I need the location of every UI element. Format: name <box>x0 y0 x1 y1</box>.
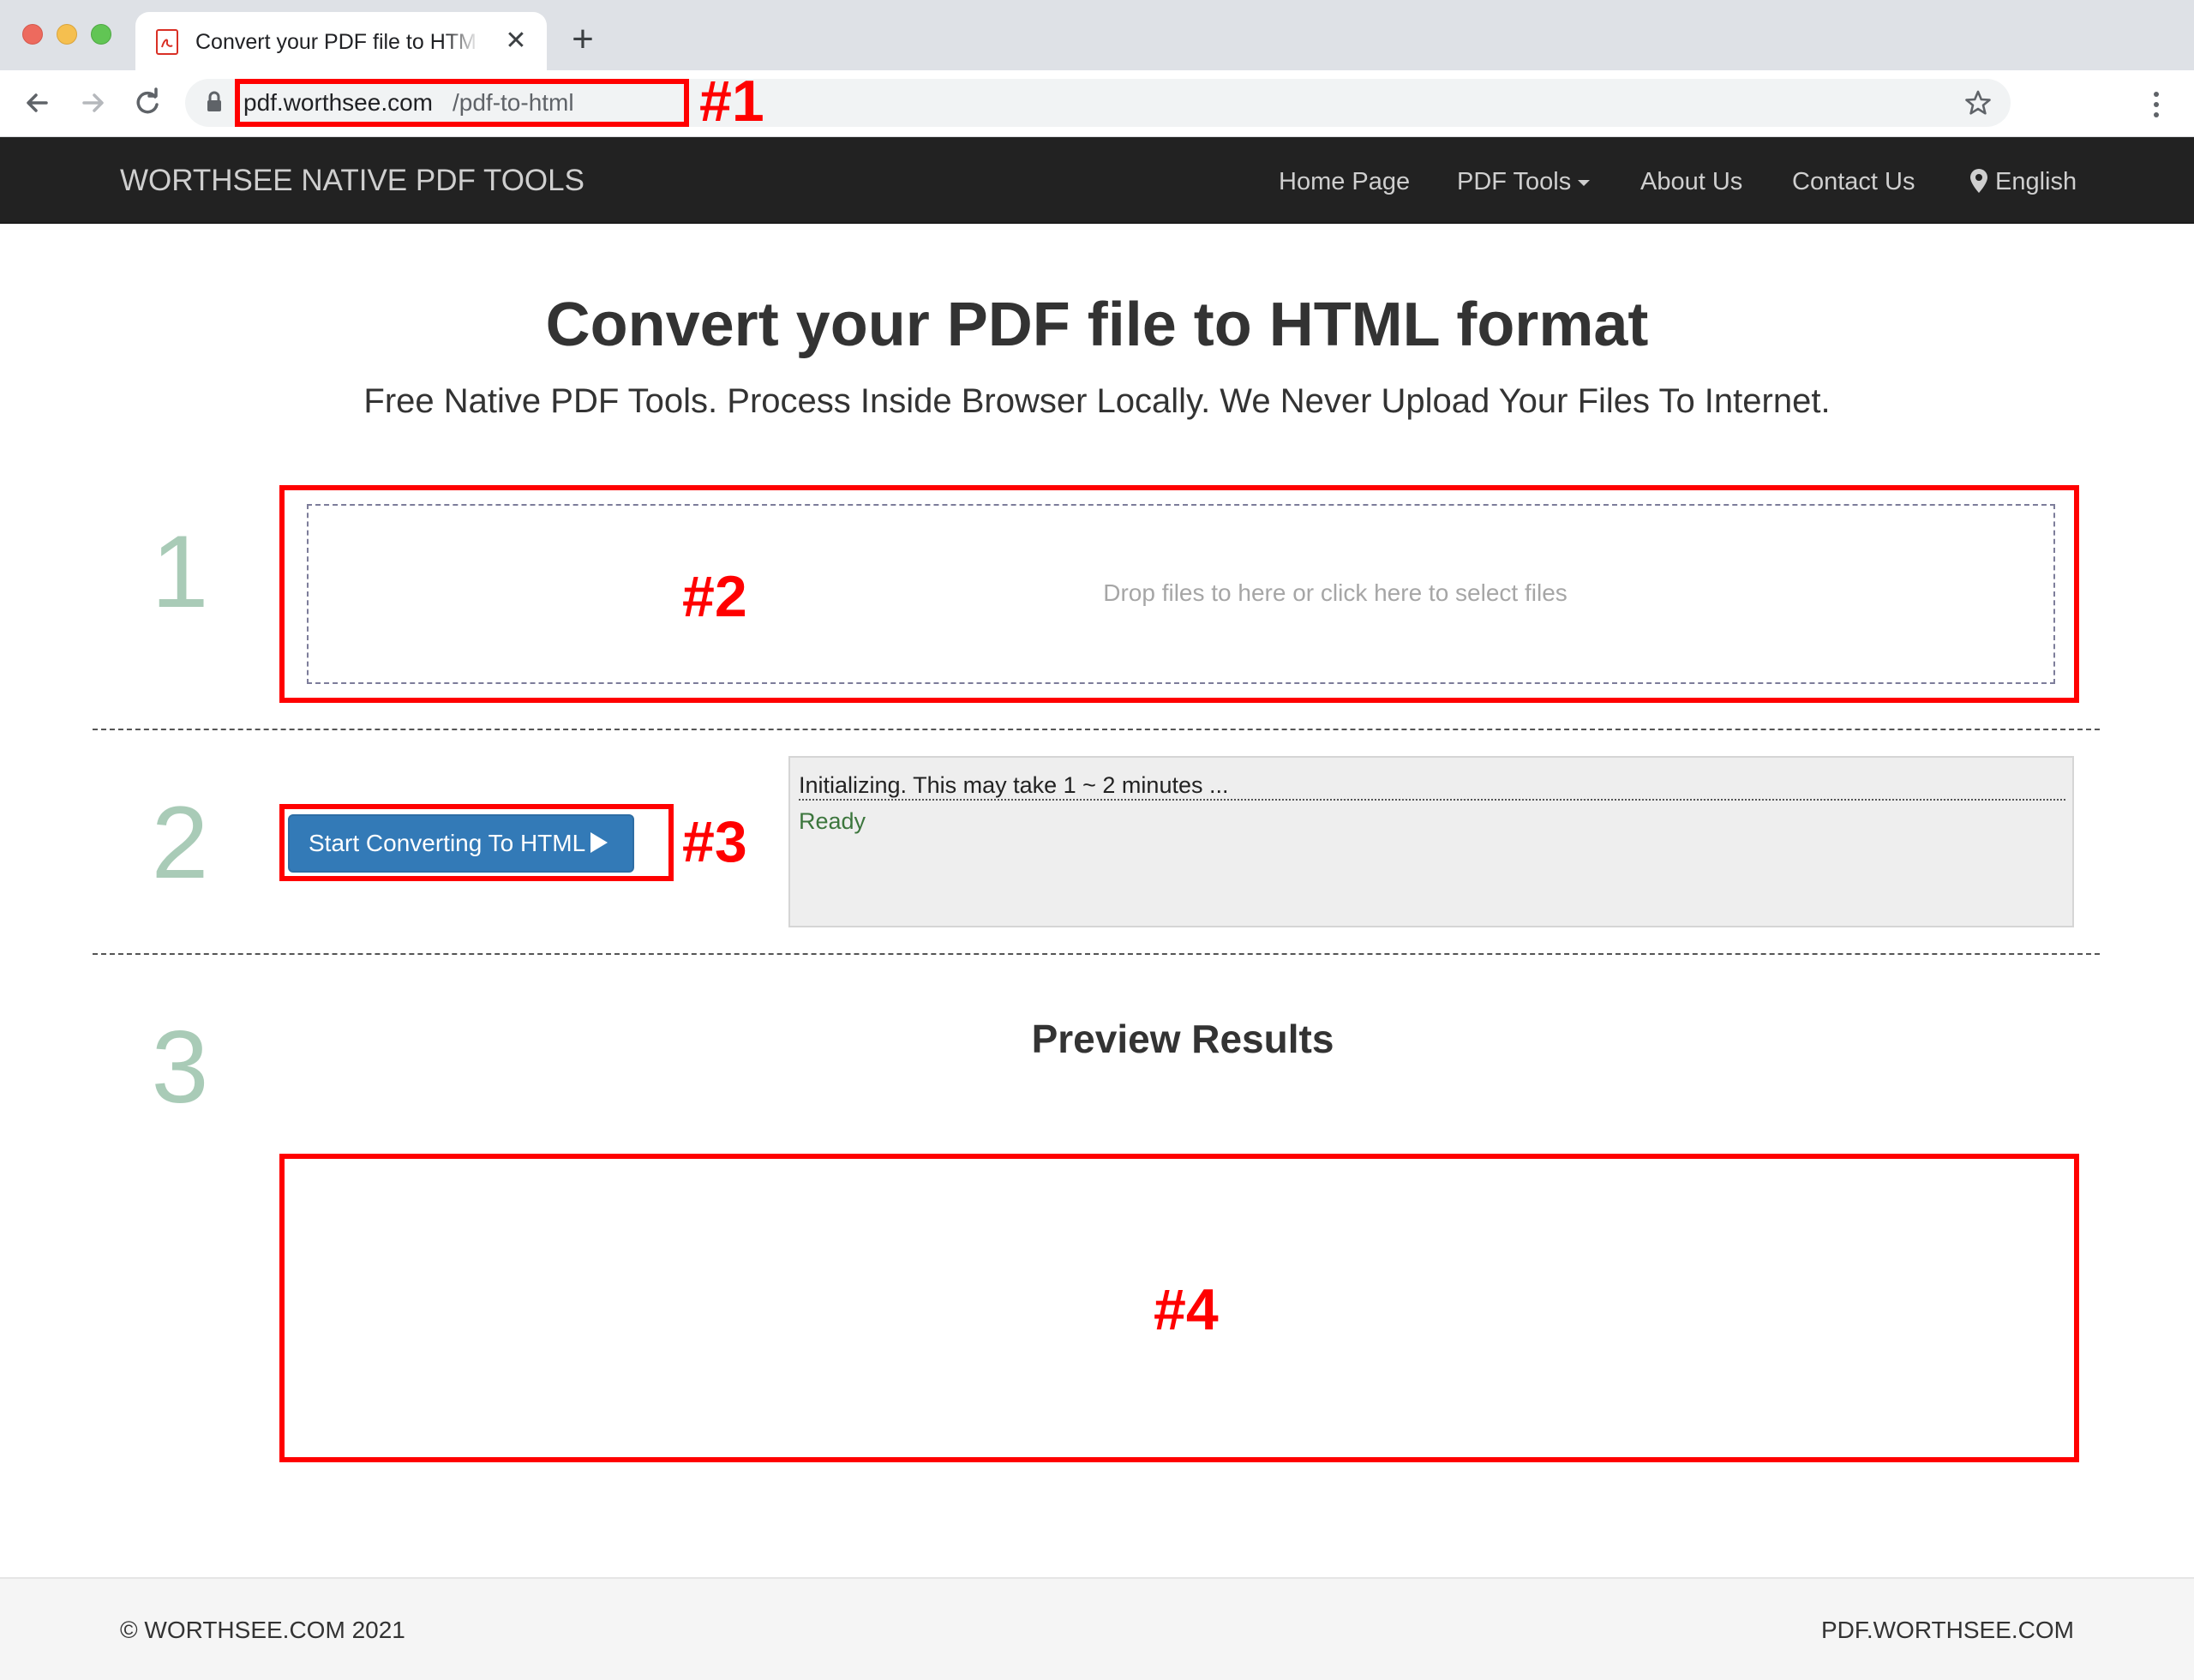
maximize-window-button[interactable] <box>91 24 111 45</box>
nav-home-link[interactable]: Home Page <box>1279 165 1410 199</box>
step-divider <box>93 729 2100 730</box>
tab-title: Convert your PDF file to HTML <box>195 30 478 54</box>
conversion-log-panel: Initializing. This may take 1 ~ 2 minute… <box>788 756 2074 927</box>
kebab-menu-icon[interactable] <box>2143 89 2170 120</box>
step-number-3: 3 <box>151 1010 209 1125</box>
nav-contact-link[interactable]: Contact Us <box>1792 165 1915 199</box>
annotation-box-2 <box>279 485 2079 703</box>
annotation-label-1: #1 <box>699 69 764 134</box>
footer-site-link[interactable]: PDF.WORTHSEE.COM <box>1821 1613 2074 1647</box>
preview-results-title: Preview Results <box>1031 1017 1334 1061</box>
nav-about-link[interactable]: About Us <box>1640 165 1742 199</box>
footer-copyright: © WORTHSEE.COM 2021 <box>120 1617 405 1643</box>
reload-icon[interactable] <box>129 84 166 122</box>
star-icon[interactable] <box>1964 89 1992 117</box>
log-status: Ready <box>799 808 866 834</box>
page-title: Convert your PDF file to HTML format <box>545 291 1649 359</box>
pdf-file-icon <box>156 29 178 55</box>
step-divider <box>93 953 2100 955</box>
lock-icon[interactable] <box>206 91 223 113</box>
nav-language-link[interactable]: English <box>1995 165 2077 199</box>
annotation-box-1 <box>235 79 689 127</box>
annotation-label-2: #2 <box>682 564 747 629</box>
nav-pdf-tools-label: PDF Tools <box>1457 168 1572 195</box>
new-tab-button[interactable]: + <box>566 21 600 58</box>
site-navbar: WORTHSEE NATIVE PDF TOOLS Home Page PDF … <box>0 137 2194 224</box>
map-pin-icon <box>1969 168 1988 194</box>
annotation-label-4: #4 <box>1154 1277 1219 1342</box>
close-tab-icon[interactable]: ✕ <box>502 27 530 55</box>
caret-down-icon <box>1578 179 1591 186</box>
nav-pdf-tools-dropdown[interactable]: PDF Tools <box>1457 165 1591 199</box>
back-arrow-icon[interactable] <box>19 84 57 122</box>
browser-tab[interactable]: Convert your PDF file to HTML ✕ <box>135 12 547 70</box>
page-subtitle: Free Native PDF Tools. Process Inside Br… <box>363 382 1831 420</box>
brand-link[interactable]: WORTHSEE NATIVE PDF TOOLS <box>120 161 584 201</box>
site-footer: © WORTHSEE.COM 2021 PDF.WORTHSEE.COM <box>0 1577 2194 1680</box>
tab-title-fade <box>444 27 480 57</box>
browser-window: Convert your PDF file to HTML ✕ + pdf.wo… <box>0 0 2194 1680</box>
annotation-box-3 <box>279 804 674 881</box>
close-window-button[interactable] <box>22 24 43 45</box>
step-number-2: 2 <box>151 785 209 900</box>
annotation-label-3: #3 <box>682 809 747 874</box>
log-message: Initializing. This may take 1 ~ 2 minute… <box>799 770 2065 801</box>
step-number-1: 1 <box>151 514 209 629</box>
tab-strip: Convert your PDF file to HTML ✕ + <box>0 0 2194 70</box>
minimize-window-button[interactable] <box>57 24 77 45</box>
forward-arrow-icon[interactable] <box>74 84 111 122</box>
